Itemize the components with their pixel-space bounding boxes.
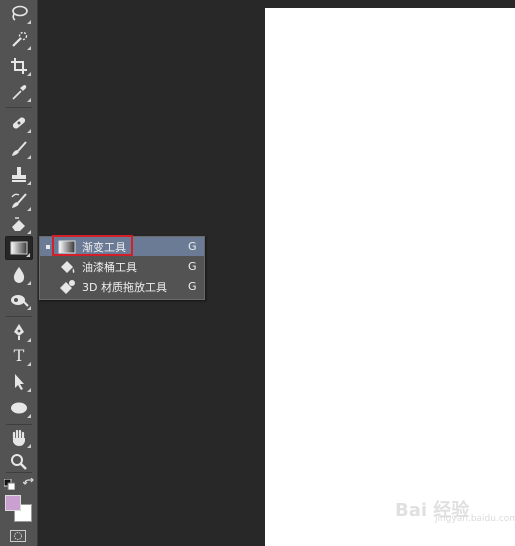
3d-material-drop-icon (58, 279, 76, 295)
hand-icon (12, 429, 25, 446)
zoom-tool-button[interactable] (5, 450, 33, 474)
clone-stamp-tool-button[interactable] (5, 163, 33, 187)
path-selection-tool-button[interactable] (5, 370, 33, 394)
eyedropper-tool-button[interactable] (5, 80, 33, 104)
flyout-item-shortcut: G (188, 280, 197, 293)
blur-icon (13, 267, 25, 283)
quick-selection-tool-button[interactable] (5, 28, 33, 52)
eraser-tool-button[interactable] (5, 212, 33, 236)
crop-icon (11, 58, 27, 74)
lasso-icon (12, 5, 28, 21)
gradient-tool-button[interactable] (5, 236, 33, 260)
crop-tool-button[interactable] (5, 54, 33, 78)
zoom-icon (11, 454, 27, 470)
brush-icon (12, 141, 27, 156)
pen-icon (14, 324, 24, 340)
healing-brush-tool-button[interactable] (5, 111, 33, 135)
default-colors-icon[interactable] (4, 479, 15, 490)
pen-tool-button[interactable] (5, 320, 33, 344)
ellipse-tool-button[interactable] (5, 396, 33, 420)
quick-mask-icon[interactable] (10, 530, 26, 542)
hand-tool-button[interactable] (5, 426, 33, 450)
type-tool-button[interactable]: T (5, 344, 33, 368)
photoshop-workspace: T 渐变工具 G 油漆桶工具 G 3D 材质拖放工具 G Bai 经验 jing… (0, 0, 515, 546)
tools-panel: T (0, 0, 38, 546)
eyedropper-icon (12, 85, 27, 100)
ellipse-icon (11, 402, 27, 414)
dodge-icon (11, 295, 29, 307)
clone-stamp-icon (12, 167, 26, 182)
quick-selection-icon (12, 31, 28, 47)
toolbar-divider (6, 107, 32, 108)
foreground-color-swatch[interactable] (5, 495, 21, 511)
flyout-item-label: 3D 材质拖放工具 (82, 280, 167, 294)
type-icon: T (13, 346, 25, 365)
annotation-highlight-box (52, 235, 133, 256)
eraser-icon (12, 217, 25, 231)
document-canvas[interactable] (265, 8, 515, 546)
flyout-item-shortcut: G (188, 240, 197, 253)
brush-tool-button[interactable] (5, 137, 33, 161)
swap-colors-icon[interactable] (23, 478, 35, 490)
selected-bullet-icon (46, 244, 50, 249)
flyout-item-shortcut: G (188, 260, 197, 273)
flyout-item-paint-bucket-tool[interactable]: 油漆桶工具 G (40, 257, 204, 276)
flyout-item-label: 油漆桶工具 (82, 260, 137, 274)
healing-brush-icon (12, 117, 26, 129)
dodge-tool-button[interactable] (5, 288, 33, 312)
blur-tool-button[interactable] (5, 263, 33, 287)
lasso-tool-button[interactable] (5, 2, 33, 26)
toolbar-divider (6, 316, 32, 317)
toolbar-divider (6, 424, 32, 425)
watermark-subtext: jingyan.baidu.com (435, 514, 515, 524)
baidu-jingyan-watermark: Bai 经验 jingyan.baidu.com (395, 490, 515, 530)
history-brush-icon (11, 193, 27, 208)
paint-bucket-icon (58, 259, 76, 275)
path-selection-icon (15, 374, 24, 390)
flyout-item-3d-material-drop-tool[interactable]: 3D 材质拖放工具 G (40, 277, 204, 296)
history-brush-tool-button[interactable] (5, 189, 33, 213)
